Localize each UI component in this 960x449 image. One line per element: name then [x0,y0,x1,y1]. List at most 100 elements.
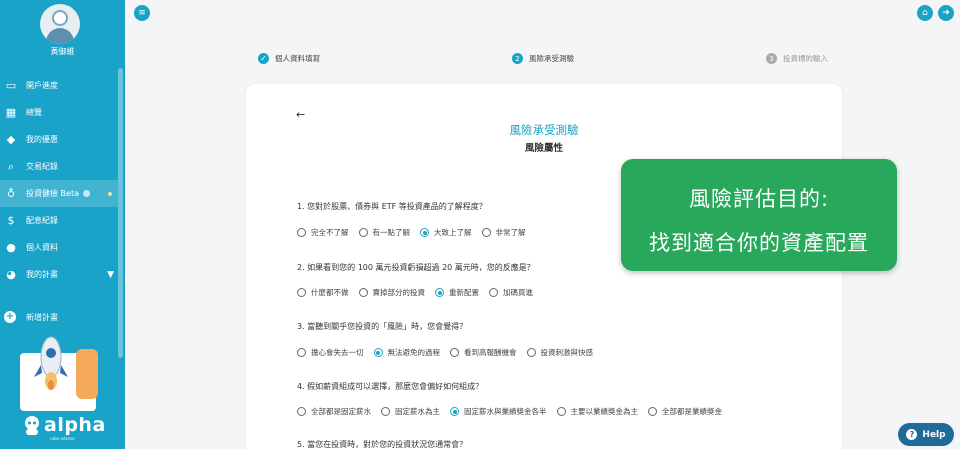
radio-button[interactable] [648,407,657,416]
grid-icon: ▦ [5,106,17,119]
logout-button[interactable]: ➜ [938,5,954,21]
sidebar-item-transactions[interactable]: ⌕ 交易紀錄 [0,153,118,180]
option-label: 有一點了解 [372,228,411,237]
option[interactable]: 無法避免的過程 [373,347,441,358]
option[interactable]: 非常了解 [481,227,526,238]
radio-button[interactable] [358,228,368,237]
sidebar-item-my-plans[interactable]: ◕ 我的計畫 ▼ [0,261,118,288]
radio-button[interactable] [297,348,306,357]
sidebar-scrollbar[interactable] [118,68,123,358]
option[interactable]: 固定薪水與業績獎金各半 [450,406,547,417]
sidebar: 黃御維 ▭ 開戶進度 ▦ 總覽 ◆ 我的優惠 ⌕ 交易紀錄 ♁ 投資健檢 Bet… [0,0,125,449]
question-1-options: 完全不了解 有一點了解 大致上了解 非常了解 [297,227,536,238]
home-icon: ⌂ [922,8,928,18]
callout-line-1: 風險評估目的: [688,187,830,211]
radio-button[interactable] [556,407,566,416]
option-label: 固定薪水與業績獎金各半 [464,407,547,416]
option[interactable]: 主要以業績獎金為主 [556,406,638,417]
sidebar-item-label: 我的計畫 [26,270,58,279]
chevron-down-icon[interactable]: ▼ [107,270,114,280]
option[interactable]: 投資刺激與快感 [526,347,593,358]
sidebar-item-profile[interactable]: ● 個人資料 [0,234,118,261]
radio-button[interactable] [450,348,459,357]
logo-subtext: robo-advisor [50,436,76,441]
back-arrow-icon[interactable]: ← [296,108,305,121]
radio-button-selected[interactable] [420,228,429,237]
option[interactable]: 完全不了解 [297,227,349,238]
option[interactable]: 大致上了解 [420,227,472,238]
question-3-options: 擔心會失去一切 無法避免的過程 看到高報酬機會 投資刺激與快感 [297,347,603,358]
sidebar-item-label: 配息紀錄 [26,216,58,225]
dollar-icon: $ [7,214,15,227]
option-label: 看到高報酬機會 [464,348,517,357]
radio-button[interactable] [381,407,390,416]
option-label: 無法避免的過程 [387,348,441,357]
logout-icon: ➜ [942,8,950,18]
step-number: 3 [766,53,777,64]
help-button[interactable]: ? Help [898,423,954,446]
radio-button[interactable] [526,348,536,357]
avatar[interactable] [40,4,80,44]
option-label: 非常了解 [495,228,526,237]
option-label: 賣掉部分的投資 [372,288,426,297]
radio-button-selected[interactable] [435,288,444,297]
option[interactable]: 什麼都不做 [297,287,349,298]
question-5: 5. 當您在投資時，對於您的投資狀況您通常會？ [297,440,468,449]
new-plan-button[interactable]: + 新增計畫 [4,311,58,323]
option[interactable]: 加碼買進 [489,287,533,298]
question-icon: ? [906,429,918,440]
page-title: 風險承受測驗 [509,123,579,137]
sidebar-item-label: 開戶進度 [26,81,58,90]
sidebar-item-investment-checkup[interactable]: ♁ 投資健檢 Beta [0,180,118,207]
check-icon: ✓ [258,53,269,64]
option[interactable]: 全部都是固定薪水 [297,406,371,417]
help-label: Help [922,429,946,440]
radio-button[interactable] [297,407,306,416]
logo-text: alpha [44,414,106,436]
option-label: 加碼買進 [503,288,533,297]
step-label: 個人資料填寫 [275,54,320,63]
info-icon [83,190,90,197]
menu-toggle-button[interactable]: ≡ [134,5,150,21]
step-label: 風險承受測驗 [529,54,574,63]
sidebar-item-label: 我的優惠 [26,135,58,144]
step-personal-info: ✓ 個人資料填寫 [258,53,320,64]
radio-button[interactable] [297,228,306,237]
callout-line-2: 找到適合你的資產配置 [649,231,869,255]
home-button[interactable]: ⌂ [917,5,933,21]
question-4: 4. 假如薪資組成可以選擇，那麼您會偏好如何組成？ [297,382,484,391]
option[interactable]: 看到高報酬機會 [450,347,517,358]
sidebar-item-overview[interactable]: ▦ 總覽 [0,99,118,126]
sidebar-item-label: 投資健檢 Beta [26,189,79,198]
option-label: 全部都是固定薪水 [311,407,371,416]
radio-button[interactable] [297,288,306,297]
step-label: 投資標的輸入 [783,54,828,63]
id-card-icon: ▭ [5,79,17,92]
sidebar-item-account-progress[interactable]: ▭ 開戶進度 [0,72,118,99]
question-1: 1. 您對於股票、債券與 ETF 等投資產品的了解程度？ [297,202,487,211]
radio-button[interactable] [489,288,498,297]
callout-banner: 風險評估目的: 找到適合你的資產配置 [621,159,897,271]
sidebar-item-my-offers[interactable]: ◆ 我的優惠 [0,126,118,153]
option[interactable]: 擔心會失去一切 [297,347,364,358]
option[interactable]: 全部都是業績獎金 [648,406,722,417]
sidebar-item-dividends[interactable]: $ 配息紀錄 [0,207,118,234]
radio-button[interactable] [481,228,491,237]
option-label: 完全不了解 [311,228,349,237]
user-name: 黃御維 [50,47,75,56]
radio-button-selected[interactable] [450,407,459,416]
option[interactable]: 重新配置 [435,287,479,298]
hamburger-icon: ≡ [138,8,146,18]
option[interactable]: 固定薪水為主 [381,406,440,417]
sidebar-menu: ▭ 開戶進度 ▦ 總覽 ◆ 我的優惠 ⌕ 交易紀錄 ♁ 投資健檢 Beta $ … [0,72,118,288]
option[interactable]: 賣掉部分的投資 [358,287,426,298]
robot-logo-icon [25,416,39,435]
sidebar-item-label: 總覽 [26,108,42,117]
option[interactable]: 有一點了解 [358,227,411,238]
notification-dot [108,191,112,196]
option-label: 大致上了解 [434,228,472,237]
step-risk-test: 2 風險承受測驗 [512,53,574,64]
question-2: 2. 如果看到您的 100 萬元投資虧損超過 20 萬元時，您的反應是？ [297,263,535,272]
radio-button-selected[interactable] [373,348,383,357]
radio-button[interactable] [358,288,368,297]
